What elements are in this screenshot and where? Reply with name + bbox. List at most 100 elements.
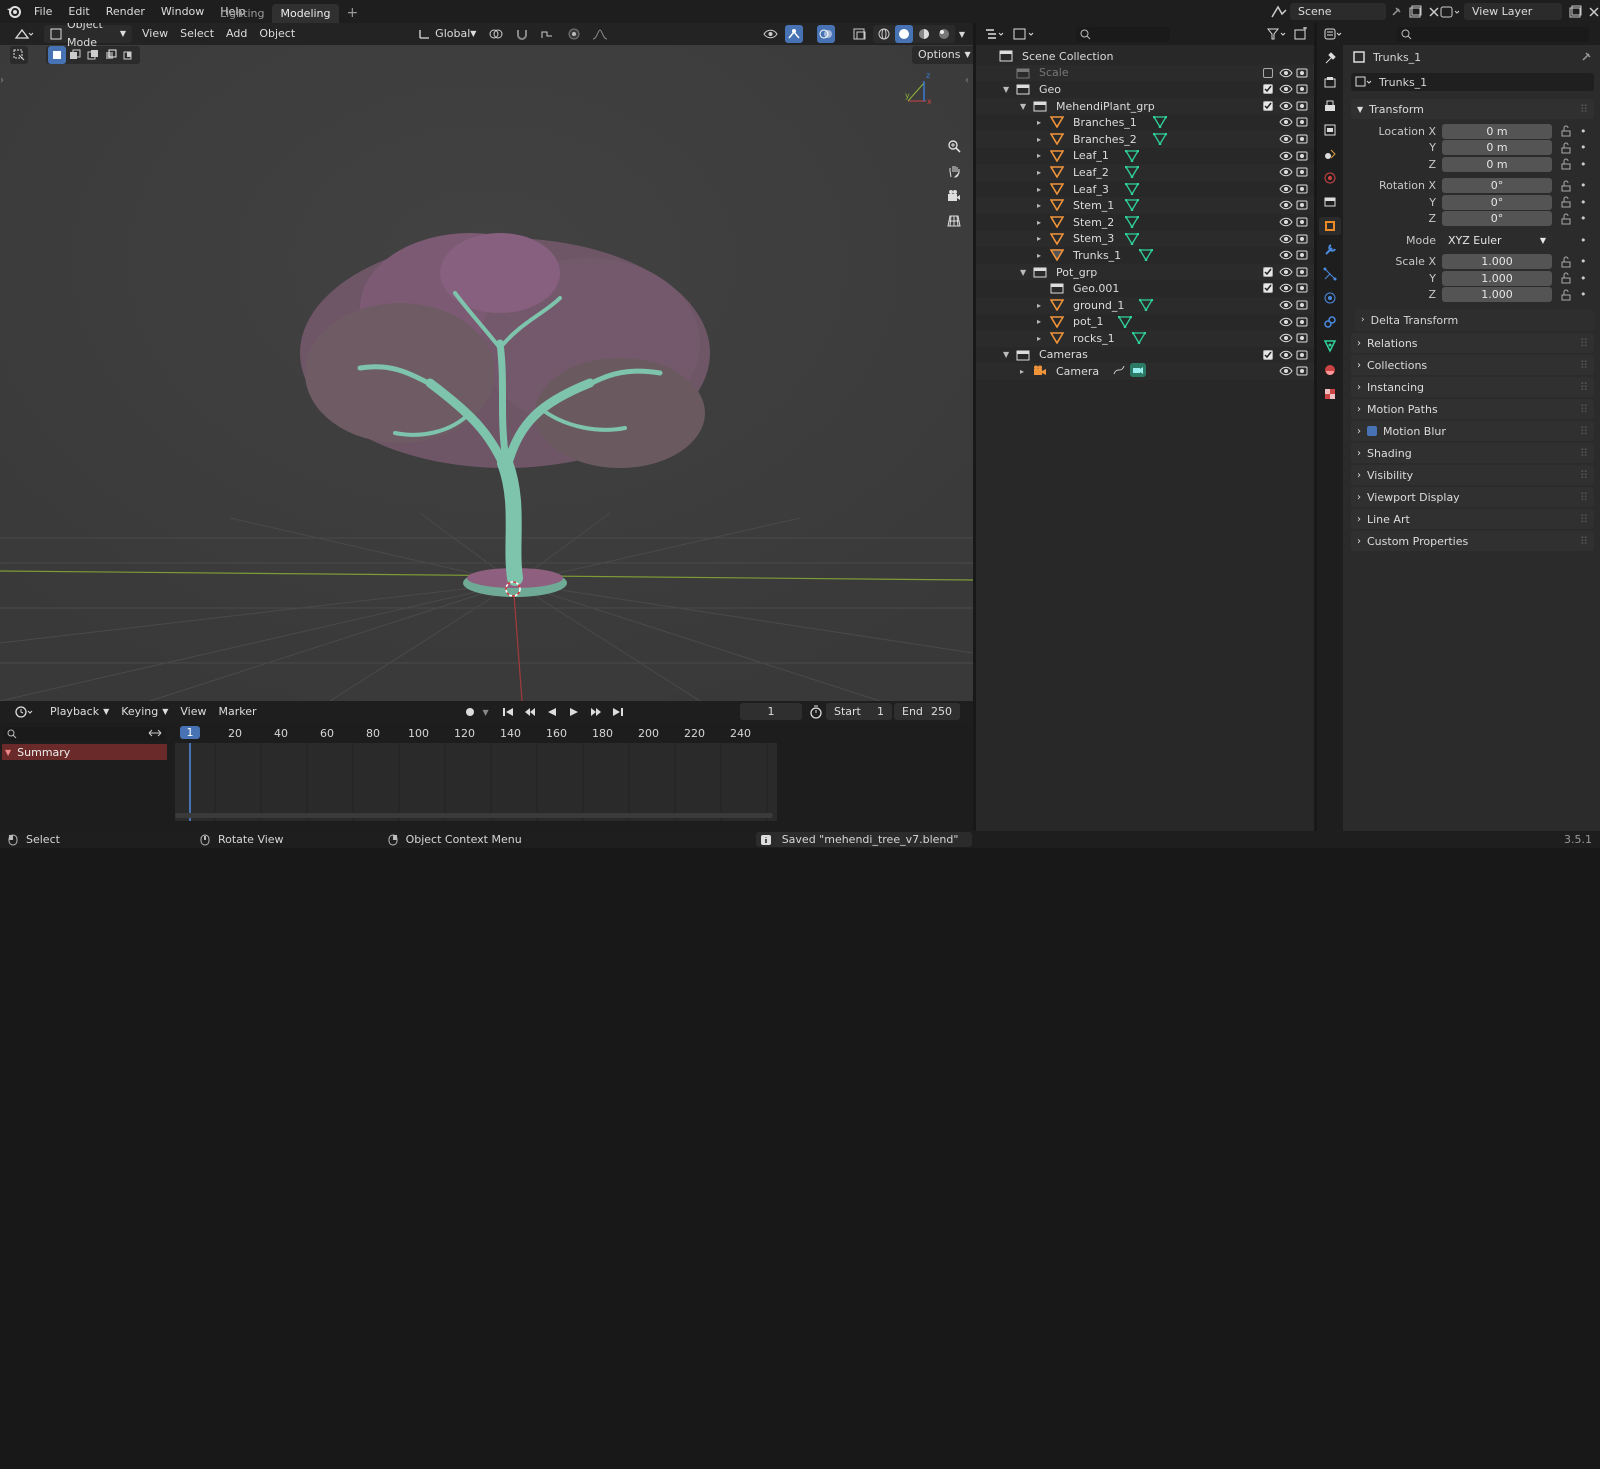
- drag-handle-icon[interactable]: ⠿: [1580, 359, 1588, 372]
- render-camera-icon[interactable]: [1296, 266, 1308, 277]
- delete-view-layer-icon[interactable]: [1588, 6, 1600, 18]
- drag-handle-icon[interactable]: ⠿: [1580, 337, 1588, 350]
- expand-arrow-icon[interactable]: ▼: [1003, 350, 1013, 359]
- menu-view[interactable]: View: [136, 25, 174, 43]
- drag-handle-icon[interactable]: ⠿: [1580, 491, 1588, 504]
- keyframe-dot-icon[interactable]: •: [1580, 272, 1587, 285]
- summary-channel[interactable]: ▼ Summary: [2, 744, 167, 760]
- mesh-data-icon[interactable]: [1125, 232, 1139, 245]
- lock-icon[interactable]: [1560, 256, 1572, 268]
- timeline-editor-type[interactable]: [8, 703, 40, 721]
- outliner-row[interactable]: ▸ Trunks_1: [976, 247, 1314, 264]
- collection-tab-icon[interactable]: [1321, 193, 1339, 211]
- jump-end-icon[interactable]: [609, 703, 627, 721]
- exclude-checkbox[interactable]: [1263, 349, 1273, 360]
- data-tab-icon[interactable]: [1321, 337, 1339, 355]
- expand-arrow-icon[interactable]: ▸: [1037, 218, 1047, 227]
- swap-icon[interactable]: [147, 727, 163, 739]
- render-camera-icon[interactable]: [1296, 100, 1308, 111]
- scale-y-field[interactable]: 1.000: [1442, 270, 1552, 286]
- drag-handle-icon[interactable]: ⠿: [1580, 513, 1588, 526]
- collapsed-panel[interactable]: › Custom Properties ⠿: [1351, 531, 1594, 551]
- exclude-checkbox[interactable]: [1263, 283, 1273, 294]
- camera-data-icon[interactable]: [1130, 363, 1146, 378]
- menu-add[interactable]: Add: [220, 25, 253, 43]
- expand-arrow-icon[interactable]: ▸: [1037, 201, 1047, 210]
- scale-z-field[interactable]: 1.000: [1442, 287, 1552, 303]
- eye-icon[interactable]: [1279, 333, 1293, 343]
- eye-icon[interactable]: [1279, 234, 1293, 244]
- outliner-row[interactable]: ▸ pot_1: [976, 314, 1314, 331]
- world-tab-icon[interactable]: [1321, 169, 1339, 187]
- eye-icon[interactable]: [1279, 350, 1293, 360]
- select-intersect-icon[interactable]: [120, 46, 138, 64]
- eye-icon[interactable]: [1279, 267, 1293, 277]
- new-collection-icon[interactable]: [1294, 27, 1308, 41]
- render-camera-icon[interactable]: [1296, 282, 1308, 293]
- render-camera-icon[interactable]: [1296, 249, 1308, 260]
- select-subtract-icon[interactable]: [84, 46, 102, 64]
- expand-arrow-icon[interactable]: ▸: [1037, 301, 1047, 310]
- render-camera-icon[interactable]: [1296, 133, 1308, 144]
- keyframe-dot-icon[interactable]: •: [1580, 196, 1587, 209]
- filter-icon[interactable]: [1266, 27, 1288, 41]
- outliner-row[interactable]: ▼ Pot_grp: [976, 263, 1314, 281]
- modifier-tab-icon[interactable]: [1321, 241, 1339, 259]
- lock-icon[interactable]: [1560, 213, 1572, 225]
- collapsed-panel[interactable]: › Motion Blur ⠿: [1351, 421, 1594, 441]
- frame-ruler[interactable]: 1 20 40 60 80 100 120 140 160 180 200 22…: [170, 724, 780, 742]
- drag-handle-icon[interactable]: ⠿: [1580, 469, 1588, 482]
- pivot-point-icon[interactable]: [487, 25, 505, 43]
- keyframe-dot-icon[interactable]: •: [1580, 212, 1587, 225]
- properties-search[interactable]: [1397, 26, 1589, 42]
- transform-panel-header[interactable]: ▼ Transform ⠿: [1351, 99, 1594, 119]
- expand-arrow-icon[interactable]: ▸: [1037, 168, 1047, 177]
- keyframe-dot-icon[interactable]: •: [1580, 179, 1587, 192]
- playback-menu[interactable]: Playback ▼: [44, 703, 115, 721]
- expand-arrow-icon[interactable]: ▸: [1037, 151, 1047, 160]
- editor-type-menu[interactable]: [8, 25, 40, 43]
- scene-selector[interactable]: Scene: [1270, 3, 1440, 20]
- eye-icon[interactable]: [1279, 184, 1293, 194]
- outliner-editor-icon[interactable]: [984, 27, 1006, 41]
- texture-tab-icon[interactable]: [1321, 385, 1339, 403]
- select-new-icon[interactable]: [48, 46, 66, 64]
- expand-arrow-icon[interactable]: ▸: [1037, 334, 1047, 343]
- drag-handle-icon[interactable]: ⠿: [1580, 381, 1588, 394]
- chevron-down-icon[interactable]: ▼: [483, 708, 489, 717]
- eye-icon[interactable]: [1279, 217, 1293, 227]
- select-extend-icon[interactable]: [66, 46, 84, 64]
- menu-object[interactable]: Object: [253, 25, 301, 43]
- collapsed-panel[interactable]: › Motion Paths ⠿: [1351, 399, 1594, 419]
- jump-keyframe-back-icon[interactable]: [521, 703, 539, 721]
- menu-render[interactable]: Render: [98, 0, 153, 23]
- outliner-search-input[interactable]: [1095, 28, 1165, 40]
- object-name-field[interactable]: Trunks_1: [1351, 73, 1594, 91]
- outliner-row[interactable]: ▸ Stem_2: [976, 214, 1314, 231]
- keyframe-dot-icon[interactable]: •: [1580, 234, 1587, 247]
- keyframe-dot-icon[interactable]: •: [1580, 288, 1587, 301]
- physics-tab-icon[interactable]: [1321, 289, 1339, 307]
- collapsed-panel[interactable]: › Line Art ⠿: [1351, 509, 1594, 529]
- navigation-gizmo[interactable]: [898, 71, 938, 111]
- play-reverse-icon[interactable]: [543, 703, 561, 721]
- outliner-row[interactable]: ▸ Leaf_2: [976, 164, 1314, 181]
- outliner-row[interactable]: ▼ Geo: [976, 81, 1314, 98]
- expand-arrow-icon[interactable]: ▸: [1037, 135, 1047, 144]
- keyframe-dot-icon[interactable]: •: [1580, 255, 1587, 268]
- status-report[interactable]: Saved "mehendi_tree_v7.blend": [755, 832, 973, 847]
- location-y-field[interactable]: 0 m: [1442, 140, 1552, 156]
- eye-icon[interactable]: [1279, 101, 1293, 111]
- scene-name-field[interactable]: Scene: [1290, 3, 1386, 20]
- material-shading-icon[interactable]: [915, 25, 933, 43]
- end-frame-field[interactable]: End 250: [894, 703, 960, 720]
- viewport-scene[interactable]: [0, 23, 973, 701]
- collapsed-panel[interactable]: › Collections ⠿: [1351, 355, 1594, 375]
- drag-handle-icon[interactable]: ⠿: [1580, 447, 1588, 460]
- jump-keyframe-forward-icon[interactable]: [587, 703, 605, 721]
- scene-tab-icon[interactable]: [1321, 145, 1339, 163]
- outliner-row[interactable]: ▸ rocks_1: [976, 330, 1314, 347]
- view-layer-tab-icon[interactable]: [1321, 121, 1339, 139]
- timeline-area[interactable]: [170, 743, 785, 825]
- render-camera-icon[interactable]: [1296, 299, 1308, 310]
